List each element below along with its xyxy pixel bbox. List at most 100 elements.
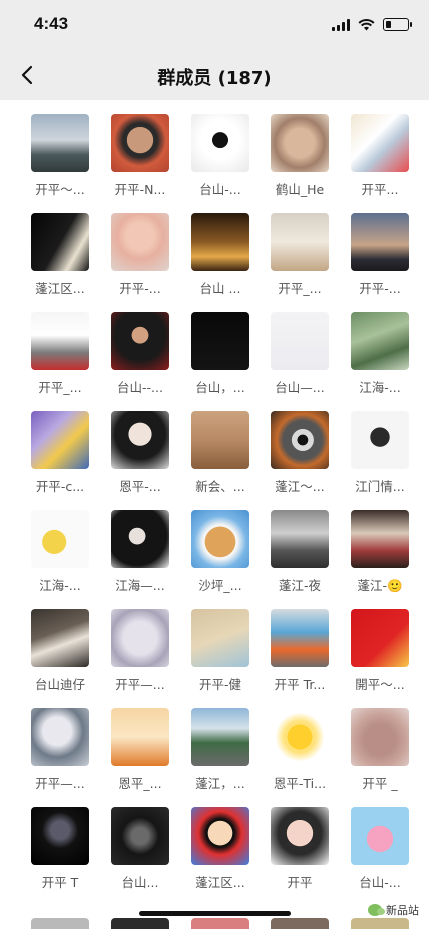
member-name: 恩平-... bbox=[119, 479, 161, 494]
member-item[interactable]: 蓬江～... bbox=[260, 411, 340, 495]
avatar[interactable] bbox=[111, 918, 169, 929]
avatar[interactable] bbox=[271, 510, 329, 568]
member-item[interactable]: 台山-... bbox=[180, 114, 260, 198]
member-name: 蓬江区... bbox=[195, 875, 245, 890]
avatar[interactable] bbox=[271, 708, 329, 766]
avatar[interactable] bbox=[191, 510, 249, 568]
member-name: 开平 _ bbox=[362, 776, 398, 791]
member-name: 台山-... bbox=[199, 182, 241, 197]
avatar[interactable] bbox=[271, 609, 329, 667]
member-item[interactable]: 台山—... bbox=[260, 312, 340, 396]
member-item[interactable]: 开平-... bbox=[340, 213, 420, 297]
avatar[interactable] bbox=[271, 807, 329, 865]
avatar[interactable] bbox=[191, 807, 249, 865]
avatar[interactable] bbox=[31, 708, 89, 766]
member-item[interactable]: 蓬江，... bbox=[180, 708, 260, 792]
member-name: 蓬江-夜 bbox=[278, 578, 321, 593]
member-item[interactable]: 恩平-... bbox=[100, 411, 180, 495]
avatar[interactable] bbox=[191, 312, 249, 370]
member-item[interactable]: 江海-... bbox=[20, 510, 100, 594]
member-item[interactable]: 台山 ... bbox=[180, 213, 260, 297]
member-item[interactable]: 蓬江-🙂 bbox=[340, 510, 420, 594]
avatar[interactable] bbox=[31, 312, 89, 370]
member-item[interactable]: 开平 Tr... bbox=[260, 609, 340, 693]
avatar[interactable] bbox=[191, 114, 249, 172]
avatar[interactable] bbox=[351, 918, 409, 929]
avatar[interactable] bbox=[31, 213, 89, 271]
avatar[interactable] bbox=[351, 213, 409, 271]
avatar[interactable] bbox=[271, 312, 329, 370]
avatar[interactable] bbox=[31, 411, 89, 469]
member-item[interactable]: 蓬江区... bbox=[20, 213, 100, 297]
member-name: 恩平_... bbox=[118, 776, 162, 791]
member-item[interactable]: 开平... bbox=[340, 114, 420, 198]
avatar[interactable] bbox=[351, 510, 409, 568]
member-item[interactable]: 开平—... bbox=[100, 609, 180, 693]
member-item[interactable]: 蓬江-夜 bbox=[260, 510, 340, 594]
member-item[interactable]: 台山-... bbox=[340, 807, 420, 891]
avatar[interactable] bbox=[271, 114, 329, 172]
avatar[interactable] bbox=[191, 411, 249, 469]
member-item[interactable]: 台山迪仔 bbox=[20, 609, 100, 693]
member-name: 开平—... bbox=[35, 776, 85, 791]
avatar[interactable] bbox=[31, 609, 89, 667]
avatar[interactable] bbox=[31, 114, 89, 172]
avatar[interactable] bbox=[191, 918, 249, 929]
avatar[interactable] bbox=[111, 807, 169, 865]
member-item[interactable]: 开平 _ bbox=[340, 708, 420, 792]
avatar[interactable] bbox=[111, 213, 169, 271]
member-item[interactable]: 台山--... bbox=[100, 312, 180, 396]
member-item[interactable]: 台山，... bbox=[180, 312, 260, 396]
avatar[interactable] bbox=[31, 807, 89, 865]
avatar[interactable] bbox=[111, 708, 169, 766]
avatar[interactable] bbox=[351, 411, 409, 469]
member-item[interactable]: 开平—... bbox=[20, 708, 100, 792]
member-item[interactable]: 开平-健 bbox=[180, 609, 260, 693]
member-item[interactable]: 沙坪_... bbox=[180, 510, 260, 594]
member-item[interactable]: 开平_... bbox=[260, 213, 340, 297]
avatar[interactable] bbox=[111, 411, 169, 469]
member-item[interactable]: 开平_... bbox=[20, 312, 100, 396]
status-time: 4:43 bbox=[34, 14, 69, 33]
member-item[interactable]: 蓬江区... bbox=[180, 807, 260, 891]
member-item[interactable]: 开平-c... bbox=[20, 411, 100, 495]
member-item[interactable]: 開平～... bbox=[340, 609, 420, 693]
avatar[interactable] bbox=[111, 312, 169, 370]
member-item[interactable]: 开平～... bbox=[20, 114, 100, 198]
member-item[interactable]: 恩平-Ti... bbox=[260, 708, 340, 792]
member-item[interactable]: 恩平_... bbox=[100, 708, 180, 792]
avatar[interactable] bbox=[111, 510, 169, 568]
battery-icon bbox=[383, 18, 412, 31]
member-item[interactable]: 开平-N... bbox=[100, 114, 180, 198]
member-item[interactable]: 开平-... bbox=[100, 213, 180, 297]
member-item[interactable]: 江海—... bbox=[100, 510, 180, 594]
avatar[interactable] bbox=[111, 114, 169, 172]
avatar[interactable] bbox=[31, 510, 89, 568]
avatar[interactable] bbox=[31, 918, 89, 929]
member-item[interactable]: 开平 T bbox=[20, 807, 100, 891]
member-name: 开平—... bbox=[115, 677, 165, 692]
avatar[interactable] bbox=[351, 312, 409, 370]
member-name: 台山迪仔 bbox=[34, 677, 85, 692]
avatar[interactable] bbox=[351, 609, 409, 667]
member-item[interactable]: 台山... bbox=[100, 807, 180, 891]
avatar[interactable] bbox=[351, 708, 409, 766]
avatar[interactable] bbox=[271, 213, 329, 271]
member-name: 台山-... bbox=[359, 875, 401, 890]
member-name: 开平 bbox=[287, 875, 313, 890]
avatar[interactable] bbox=[111, 609, 169, 667]
avatar[interactable] bbox=[351, 114, 409, 172]
member-name: 江门情... bbox=[355, 479, 405, 494]
member-item[interactable]: 开平 bbox=[260, 807, 340, 891]
avatar[interactable] bbox=[271, 411, 329, 469]
avatar[interactable] bbox=[191, 708, 249, 766]
avatar[interactable] bbox=[351, 807, 409, 865]
avatar[interactable] bbox=[191, 213, 249, 271]
member-item[interactable]: 江门情... bbox=[340, 411, 420, 495]
member-name: 开平-... bbox=[119, 281, 161, 296]
member-item[interactable]: 新会、... bbox=[180, 411, 260, 495]
avatar[interactable] bbox=[191, 609, 249, 667]
member-item[interactable]: 鹤山_He bbox=[260, 114, 340, 198]
avatar[interactable] bbox=[271, 918, 329, 929]
member-item[interactable]: 江海-... bbox=[340, 312, 420, 396]
